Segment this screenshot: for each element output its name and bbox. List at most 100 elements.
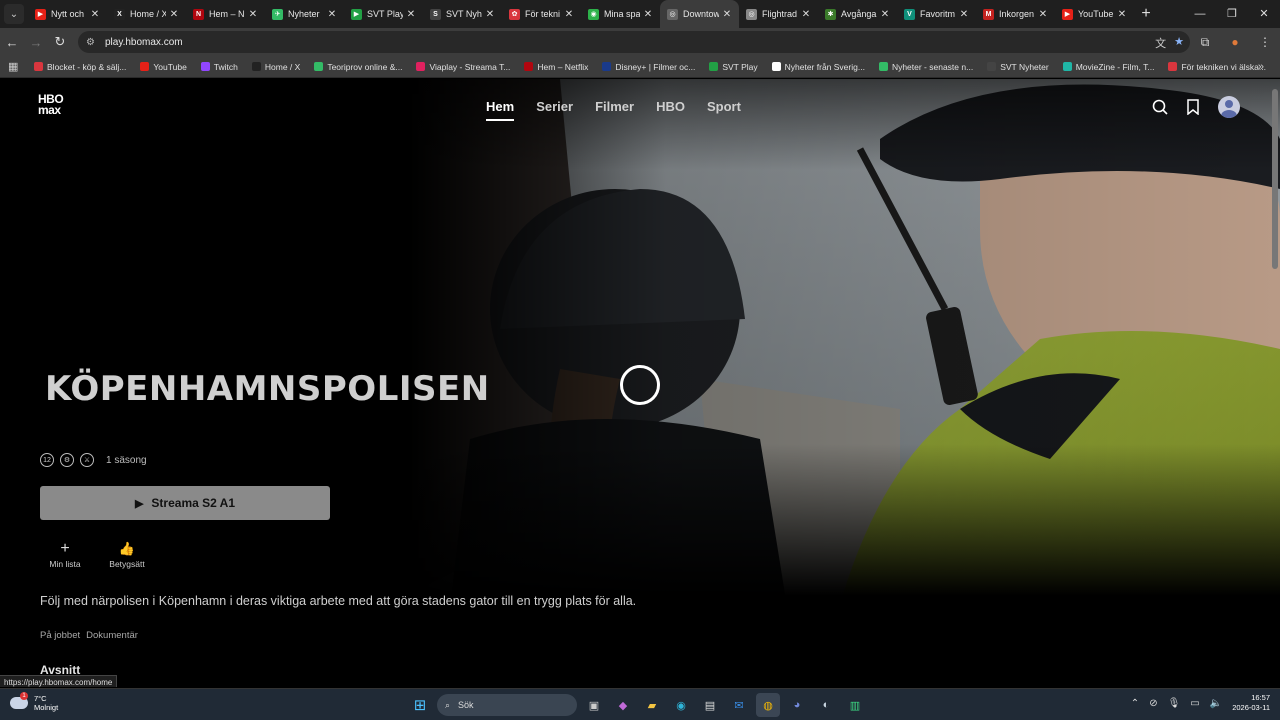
extensions-icon[interactable]: ⧉	[1190, 35, 1220, 50]
volume-icon[interactable]: 🔈	[1210, 698, 1222, 709]
browser-tab[interactable]: ✿ För tekni ✕	[502, 0, 581, 28]
file-explorer-icon[interactable]: ▰	[640, 693, 664, 717]
start-icon[interactable]: ⊞	[408, 693, 432, 717]
app-icon[interactable]: ▥	[843, 693, 867, 717]
back-icon[interactable]: ←	[0, 35, 24, 50]
browser-tab[interactable]: X Home / X ✕	[107, 0, 186, 28]
bookmark-label: Hem – Netflix	[537, 61, 589, 72]
bookmark-item[interactable]: MovieZine - Film, T...	[1062, 62, 1154, 72]
address-bar[interactable]: ⚙ play.hbomax.com 文 ★	[78, 31, 1190, 53]
nav-item[interactable]: Sport	[707, 99, 741, 114]
taskbar-search[interactable]: ⌕ Sök	[437, 694, 577, 716]
restore-icon[interactable]: ❐	[1216, 0, 1248, 28]
browser-tab[interactable]: N Hem – N ✕	[186, 0, 265, 28]
hbomax-logo[interactable]: HBO max	[38, 93, 64, 116]
tab-close-icon[interactable]: ✕	[87, 9, 103, 20]
bookmark-label: Blocket - köp & sälj...	[47, 61, 127, 72]
browser-tab[interactable]: V Favoritm ✕	[897, 0, 976, 28]
clock[interactable]: 16:57 2026-03-11	[1232, 693, 1270, 713]
bookmark-item[interactable]: Hem – Netflix	[524, 62, 588, 72]
hbomax-page: HBO max Hem Serier Filmer HBO Sport KÖPENHAM…	[0, 79, 1280, 687]
menu-icon[interactable]: ⋮	[1250, 35, 1280, 49]
bookmark-item[interactable]: Blocket - köp & sälj...	[34, 62, 126, 72]
task-view-icon[interactable]: ▣	[582, 693, 606, 717]
reload-icon[interactable]: ↻	[48, 34, 72, 50]
browser-tab[interactable]: ◎ Flightrad ✕	[739, 0, 818, 28]
bookmark-item[interactable]: Disney+ | Filmer oc...	[602, 62, 695, 72]
search-icon[interactable]	[1152, 99, 1168, 115]
browser-tab[interactable]: M Inkorgen ✕	[976, 0, 1055, 28]
bookmark-item[interactable]: För tekniken vi älska...	[1168, 62, 1266, 72]
bookmark-item[interactable]: SVT Nyheter	[987, 62, 1049, 72]
tab-close-icon[interactable]: ✕	[245, 9, 261, 20]
close-window-icon[interactable]: ✕	[1248, 0, 1280, 28]
tab-close-icon[interactable]: ✕	[561, 9, 577, 20]
rate-button[interactable]: 👍 Betygsätt	[106, 539, 148, 569]
microphone-icon[interactable]: 🎙	[1168, 698, 1181, 709]
page-scrollbar[interactable]	[1272, 89, 1278, 269]
nav-item[interactable]: Serier	[536, 99, 573, 114]
bookmark-item[interactable]: Twitch	[200, 62, 238, 72]
translate-icon[interactable]: 文	[1155, 35, 1166, 51]
edge-icon[interactable]: ◉	[669, 693, 693, 717]
bookmark-icon[interactable]	[1186, 99, 1200, 115]
browser-tab[interactable]: ◉ Mina spa ✕	[581, 0, 660, 28]
browser-tab[interactable]: ✱ Avgånga ✕	[818, 0, 897, 28]
display-icon[interactable]: ▭	[1190, 698, 1199, 709]
tab-search-button[interactable]: ⌄	[4, 4, 24, 24]
profile-avatar[interactable]	[1218, 96, 1240, 118]
tab-close-icon[interactable]: ✕	[719, 9, 735, 20]
store-icon[interactable]: ▤	[698, 693, 722, 717]
copilot-icon[interactable]: ◆	[611, 693, 635, 717]
bookmark-item[interactable]: Viaplay - Streama T...	[416, 62, 510, 72]
more-bookmarks-icon[interactable]: »	[1258, 61, 1264, 73]
browser-tab[interactable]: ▶ Nytt och ✕	[28, 0, 107, 28]
genre-tag[interactable]: På jobbet	[40, 630, 80, 641]
bookmark-item[interactable]: Teoriprov online &...	[314, 62, 402, 72]
tab-close-icon[interactable]: ✕	[798, 9, 814, 20]
bookmark-item[interactable]: YouTube	[140, 62, 187, 72]
temperature: 7°C	[34, 694, 47, 703]
discord-icon[interactable]: ◕	[785, 693, 809, 717]
network-off-icon[interactable]: ⊘	[1149, 698, 1157, 709]
mail-icon[interactable]: ✉	[727, 693, 751, 717]
stream-button[interactable]: ▶ Streama S2 A1	[40, 486, 330, 520]
tab-close-icon[interactable]: ✕	[877, 9, 893, 20]
bookmark-item[interactable]: Nyheter från Sverig...	[771, 62, 865, 72]
bookmark-item[interactable]: Home / X	[251, 62, 300, 72]
bookmark-item[interactable]: Nyheter - senaste n...	[878, 62, 973, 72]
site-info-icon[interactable]: ⚙	[86, 37, 95, 48]
profile-icon[interactable]: ●	[1220, 35, 1250, 49]
tab-close-icon[interactable]: ✕	[956, 9, 972, 20]
tray-chevron-icon[interactable]: ⌃	[1131, 698, 1139, 709]
steam-icon[interactable]: ◐	[814, 693, 838, 717]
genre-tag[interactable]: Dokumentär	[86, 630, 138, 641]
tab-close-icon[interactable]: ✕	[482, 9, 498, 20]
minimize-icon[interactable]: —	[1184, 0, 1216, 28]
nav-item[interactable]: Hem	[486, 99, 515, 121]
tab-close-icon[interactable]: ✕	[1035, 9, 1051, 20]
chrome-icon[interactable]: ◍	[756, 693, 780, 717]
tab-favicon-icon: ◎	[746, 8, 757, 20]
tab-close-icon[interactable]: ✕	[403, 9, 419, 20]
browser-tab[interactable]: ▶ YouTube ✕	[1055, 0, 1134, 28]
bookmark-item[interactable]: SVT Play	[709, 62, 758, 72]
browser-tab[interactable]: ◎ Downtow ✕	[660, 0, 739, 28]
tab-close-icon[interactable]: ✕	[1114, 9, 1130, 20]
forward-icon[interactable]: →	[24, 35, 48, 50]
browser-tab[interactable]: S SVT Nyh ✕	[423, 0, 502, 28]
tab-close-icon[interactable]: ✕	[166, 9, 182, 20]
my-list-button[interactable]: + Min lista	[44, 539, 86, 569]
nav-item[interactable]: HBO	[656, 99, 685, 114]
new-tab-button[interactable]: +	[1134, 5, 1158, 23]
tab-close-icon[interactable]: ✕	[324, 9, 340, 20]
apps-grid-icon[interactable]: ▦	[8, 60, 20, 73]
thumbs-up-icon: 👍	[118, 541, 136, 556]
browser-tab[interactable]: ▶ SVT Play ✕	[344, 0, 423, 28]
season-count: 1 säsong	[106, 454, 147, 466]
bookmark-star-icon[interactable]: ★	[1174, 35, 1184, 51]
nav-item[interactable]: Filmer	[595, 99, 634, 114]
browser-tab[interactable]: ✈ Nyheter ✕	[265, 0, 344, 28]
weather-widget[interactable]: 1 7°C Molnigt	[10, 692, 58, 712]
tab-close-icon[interactable]: ✕	[640, 9, 656, 20]
